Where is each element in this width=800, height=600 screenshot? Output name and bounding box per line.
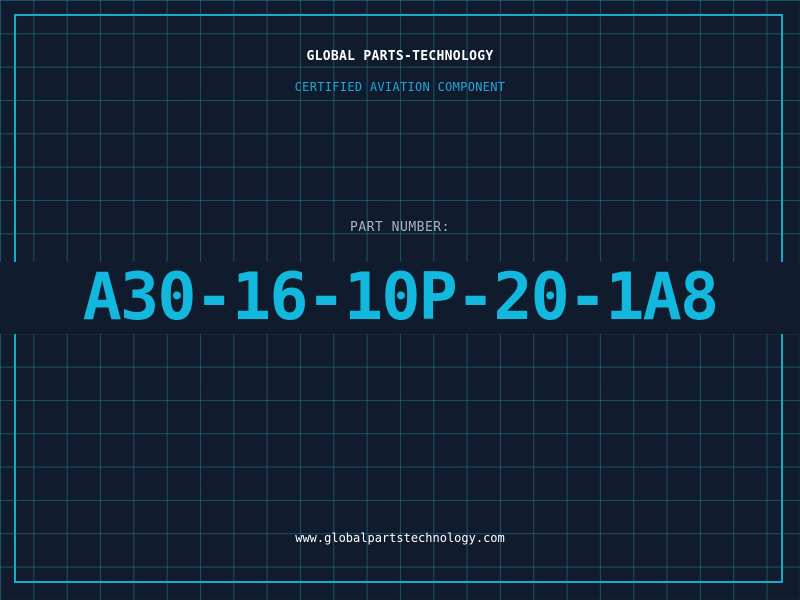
part-number-value: A30-16-10P-20-1A8 [82, 260, 719, 335]
website-url: www.globalpartstechnology.com [295, 531, 505, 545]
part-number-label: PART NUMBER: [350, 220, 450, 235]
certification-subtitle: CERTIFIED AVIATION COMPONENT [294, 80, 506, 94]
company-title: GLOBAL PARTS-TECHNOLOGY [306, 49, 494, 64]
